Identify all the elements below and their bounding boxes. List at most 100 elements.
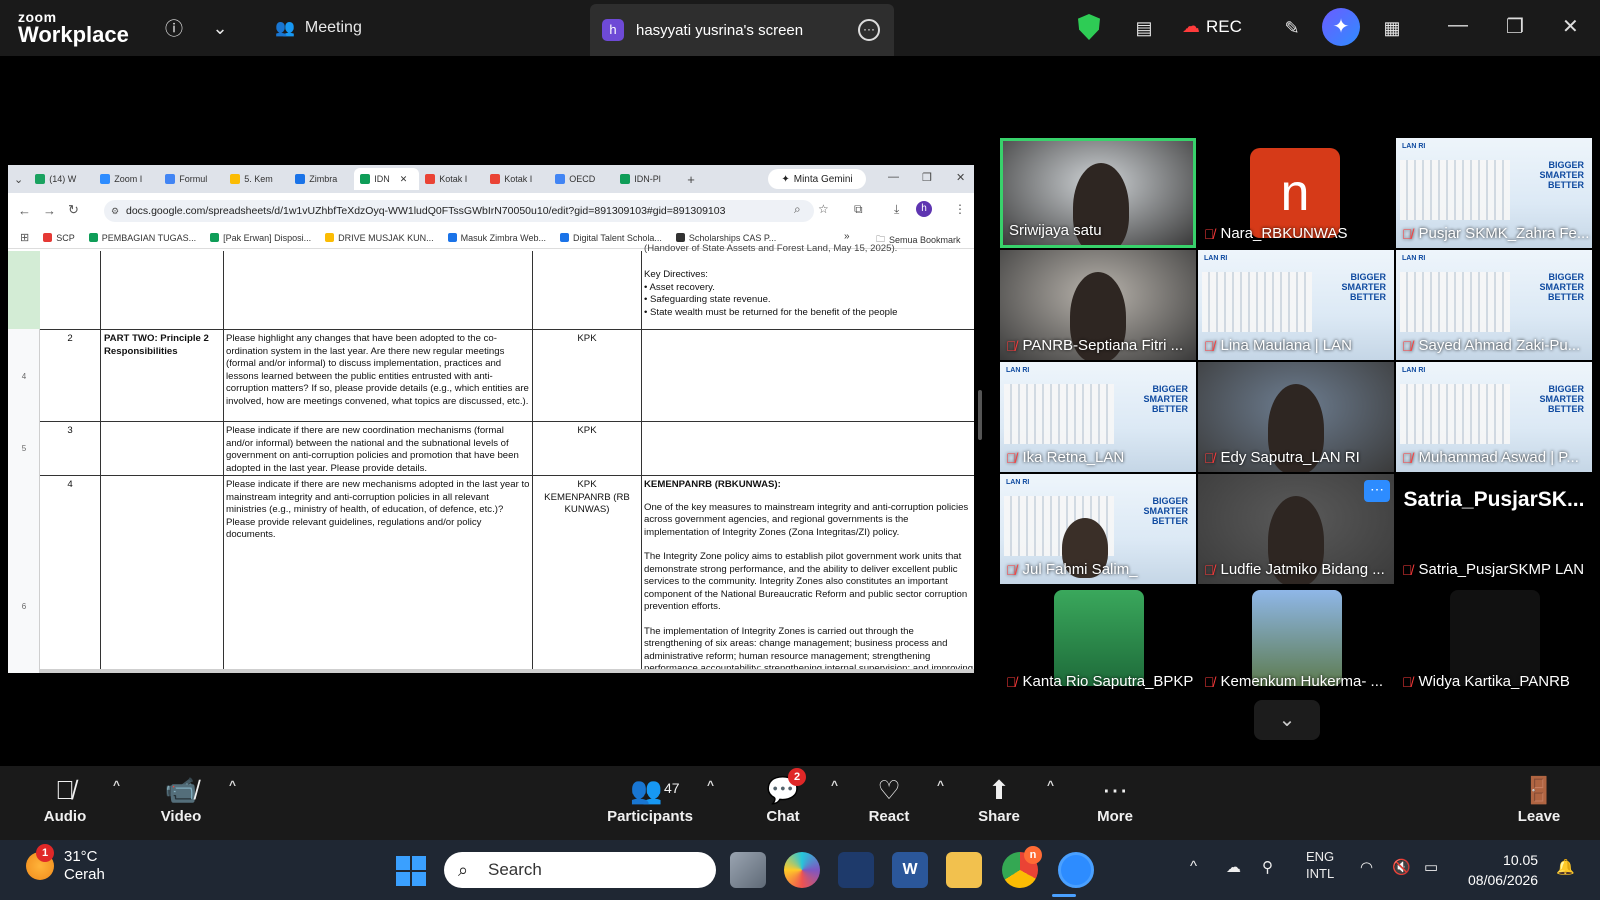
cell-question[interactable]: Please indicate if there are new coordin… (226, 425, 530, 475)
participant-tile[interactable]: Sriwijaya satu (1000, 138, 1196, 248)
cell-agency[interactable]: KPK (534, 425, 640, 438)
participants-button[interactable]: 👥 47 Participants ^ (600, 772, 714, 825)
participant-tile[interactable]: 🎙̸ Kanta Rio Saputra_BPKP (1000, 586, 1196, 696)
participant-tile[interactable]: 🎙̸ Ludfie Jatmiko Bidang ... ⋯ (1198, 474, 1394, 584)
chat-options-caret-icon[interactable]: ^ (831, 778, 838, 792)
url-field[interactable]: ⚙ docs.google.com/spreadsheets/d/1w1vUZh… (104, 200, 814, 222)
gallery-next-page-icon[interactable]: ⌄ (1254, 700, 1320, 740)
participant-tile[interactable]: LAN RI BIGGER SMARTER BETTER 🎙̸ Pusjar SKMK_Z… (1396, 138, 1592, 248)
browser-tab[interactable]: 5. Kem (224, 168, 289, 190)
download-icon[interactable]: ⤓ (894, 202, 899, 217)
bookmark-item[interactable]: SCP (43, 233, 75, 243)
share-button[interactable]: ⬆ Share ^ (954, 772, 1054, 825)
new-tab-icon[interactable]: + (687, 172, 695, 187)
browser-tab[interactable]: Zimbra (289, 168, 354, 190)
leave-button[interactable]: 🚪 Leave (1494, 772, 1584, 825)
tab-search-icon[interactable]: ⌄ (14, 173, 23, 186)
audio-options-caret-icon[interactable]: ^ (113, 778, 120, 792)
participant-tile[interactable]: LAN RI BIGGER SMARTER BETTER 🎙̸ Sayed Ahmad Z… (1396, 250, 1592, 360)
horizontal-scrollbar[interactable] (40, 669, 974, 673)
browser-tab[interactable]: Zoom I (94, 168, 159, 190)
profile-avatar[interactable]: h (916, 201, 932, 217)
system-clock[interactable]: 10.05 08/06/2026 (1468, 850, 1538, 890)
taskbar-search-box[interactable]: ⌕ Search (444, 852, 716, 888)
bookmark-item[interactable]: [Pak Erwan] Disposi... (210, 233, 311, 243)
weather-widget[interactable]: 1 31°C Cerah (26, 844, 105, 884)
participant-tile[interactable]: LAN RI BIGGER SMARTER BETTER 🎙̸ Lina Maulana … (1198, 250, 1394, 360)
file-explorer-icon[interactable] (946, 852, 982, 888)
participant-tile[interactable]: 🎙̸ Edy Saputra_LAN RI (1198, 362, 1394, 472)
notes-icon[interactable]: ▤ (1130, 14, 1158, 42)
site-info-icon[interactable]: ⚙ (111, 200, 119, 222)
info-icon[interactable]: ⓘ (160, 14, 188, 42)
browser-tab[interactable]: IDN ✕ (354, 168, 420, 190)
extensions-icon[interactable]: ⧉ (854, 202, 863, 217)
participants-options-caret-icon[interactable]: ^ (707, 778, 714, 792)
more-button[interactable]: ⋯ More (1070, 772, 1160, 825)
video-button[interactable]: 📹̸ Video ^ (136, 772, 236, 825)
gemini-button[interactable]: ✦ Minta Gemini (768, 169, 866, 189)
task-view-icon[interactable] (730, 852, 766, 888)
share-options-caret-icon[interactable]: ^ (1047, 778, 1054, 792)
chrome-icon[interactable]: n (1002, 846, 1042, 888)
participant-tile[interactable]: LAN RI BIGGER SMARTER BETTER 🎙̸ Ika Retna_LAN (1000, 362, 1196, 472)
browser-tab[interactable]: Formul (159, 168, 224, 190)
bookmark-item[interactable]: Masuk Zimbra Web... (447, 233, 546, 243)
ai-companion-icon[interactable]: ✦ (1322, 8, 1360, 46)
notification-bell-icon[interactable]: 🔔 (1556, 858, 1575, 876)
participant-tile[interactable]: 🎙̸ Kemenkum Hukerma- ... (1198, 586, 1394, 696)
encryption-shield-icon[interactable] (1078, 14, 1100, 40)
browser-tab[interactable]: Kotak I (419, 168, 484, 190)
minimize-icon[interactable]: — (1448, 14, 1468, 37)
browser-tab[interactable]: IDN-Pl (614, 168, 679, 190)
cell-agency[interactable]: KPK KEMENPANRB (RB KUNWAS) (534, 479, 640, 517)
react-button[interactable]: ♡ React ^ (844, 772, 944, 825)
show-hidden-icons-icon[interactable]: ^ (1190, 858, 1197, 875)
react-options-caret-icon[interactable]: ^ (937, 778, 944, 792)
audio-button[interactable]: 🎙̸ Audio ^ (20, 772, 120, 825)
bookmark-item[interactable]: DRIVE MUSJAK KUN... (325, 233, 434, 243)
browser-close-icon[interactable]: ✕ (956, 171, 965, 184)
cell-number[interactable]: 4 (40, 479, 100, 492)
participant-tile[interactable]: 🎙̸ PANRB-Septiana Fitri ... (1000, 250, 1196, 360)
speaker-muted-icon[interactable]: 🔇 (1392, 858, 1411, 876)
browser-tab[interactable]: OECD (549, 168, 614, 190)
word-icon[interactable]: W (892, 852, 928, 888)
onedrive-icon[interactable]: ☁ (1226, 858, 1241, 876)
participant-tile[interactable]: LAN RI BIGGER SMARTER BETTER 🎙̸ Muhammad Aswa… (1396, 362, 1592, 472)
browser-minimize-icon[interactable]: — (888, 171, 899, 183)
apps-grid-icon[interactable]: ⊞ (20, 231, 29, 244)
wifi-icon[interactable]: ◠ (1360, 858, 1373, 876)
bookmark-star-icon[interactable]: ☆ (818, 202, 829, 216)
meeting-tab[interactable]: 👥 Meeting (275, 18, 362, 38)
windows-start-icon[interactable] (396, 856, 426, 886)
video-options-caret-icon[interactable]: ^ (229, 778, 236, 792)
copilot-icon[interactable] (784, 852, 820, 888)
chevron-down-icon[interactable]: ⌄ (206, 14, 234, 42)
close-tab-icon[interactable]: ✕ (400, 174, 408, 185)
forward-icon[interactable]: → (43, 203, 56, 218)
participant-tile[interactable]: n 🎙̸ Nara_RBKUNWAS (1198, 138, 1394, 248)
zoom-app-icon[interactable] (1058, 852, 1094, 888)
restore-icon[interactable]: ❐ (1506, 14, 1524, 39)
participant-tile[interactable]: LAN RI BIGGER SMARTER BETTER 🎙̸ Jul Fahmi Sal… (1000, 474, 1196, 584)
cell-number[interactable]: 2 (40, 333, 100, 346)
chat-button[interactable]: 💬 2 Chat ^ (738, 768, 838, 825)
cell-answer[interactable]: KEMENPANRB (RBKUNWAS): One of the key me… (644, 479, 974, 673)
row-number[interactable]: 4 (8, 371, 40, 384)
defender-shield-icon[interactable] (838, 852, 874, 888)
bookmark-item[interactable]: Digital Talent Schola... (560, 233, 662, 243)
participant-tile[interactable]: 🎙̸ Widya Kartika_PANRB (1396, 586, 1592, 696)
back-icon[interactable]: ← (18, 203, 31, 218)
close-icon[interactable]: ✕ (1562, 14, 1579, 39)
screen-share-tab[interactable]: h hasyyati yusrina's screen ··· (590, 4, 894, 56)
more-options-icon[interactable]: ··· (858, 19, 880, 41)
key-directives-cell[interactable]: Key Directives: • Asset recovery. • Safe… (644, 269, 970, 329)
bookmark-item[interactable]: PEMBAGIAN TUGAS... (88, 233, 196, 243)
reload-icon[interactable]: ↻ (68, 202, 79, 218)
language-indicator[interactable]: ENG INTL (1306, 848, 1334, 882)
more-bookmarks-icon[interactable]: » (844, 231, 850, 242)
browser-tab[interactable]: (14) W (29, 168, 94, 190)
layout-view-icon[interactable]: ▦ (1378, 14, 1406, 42)
browser-restore-icon[interactable]: ❐ (922, 171, 932, 184)
